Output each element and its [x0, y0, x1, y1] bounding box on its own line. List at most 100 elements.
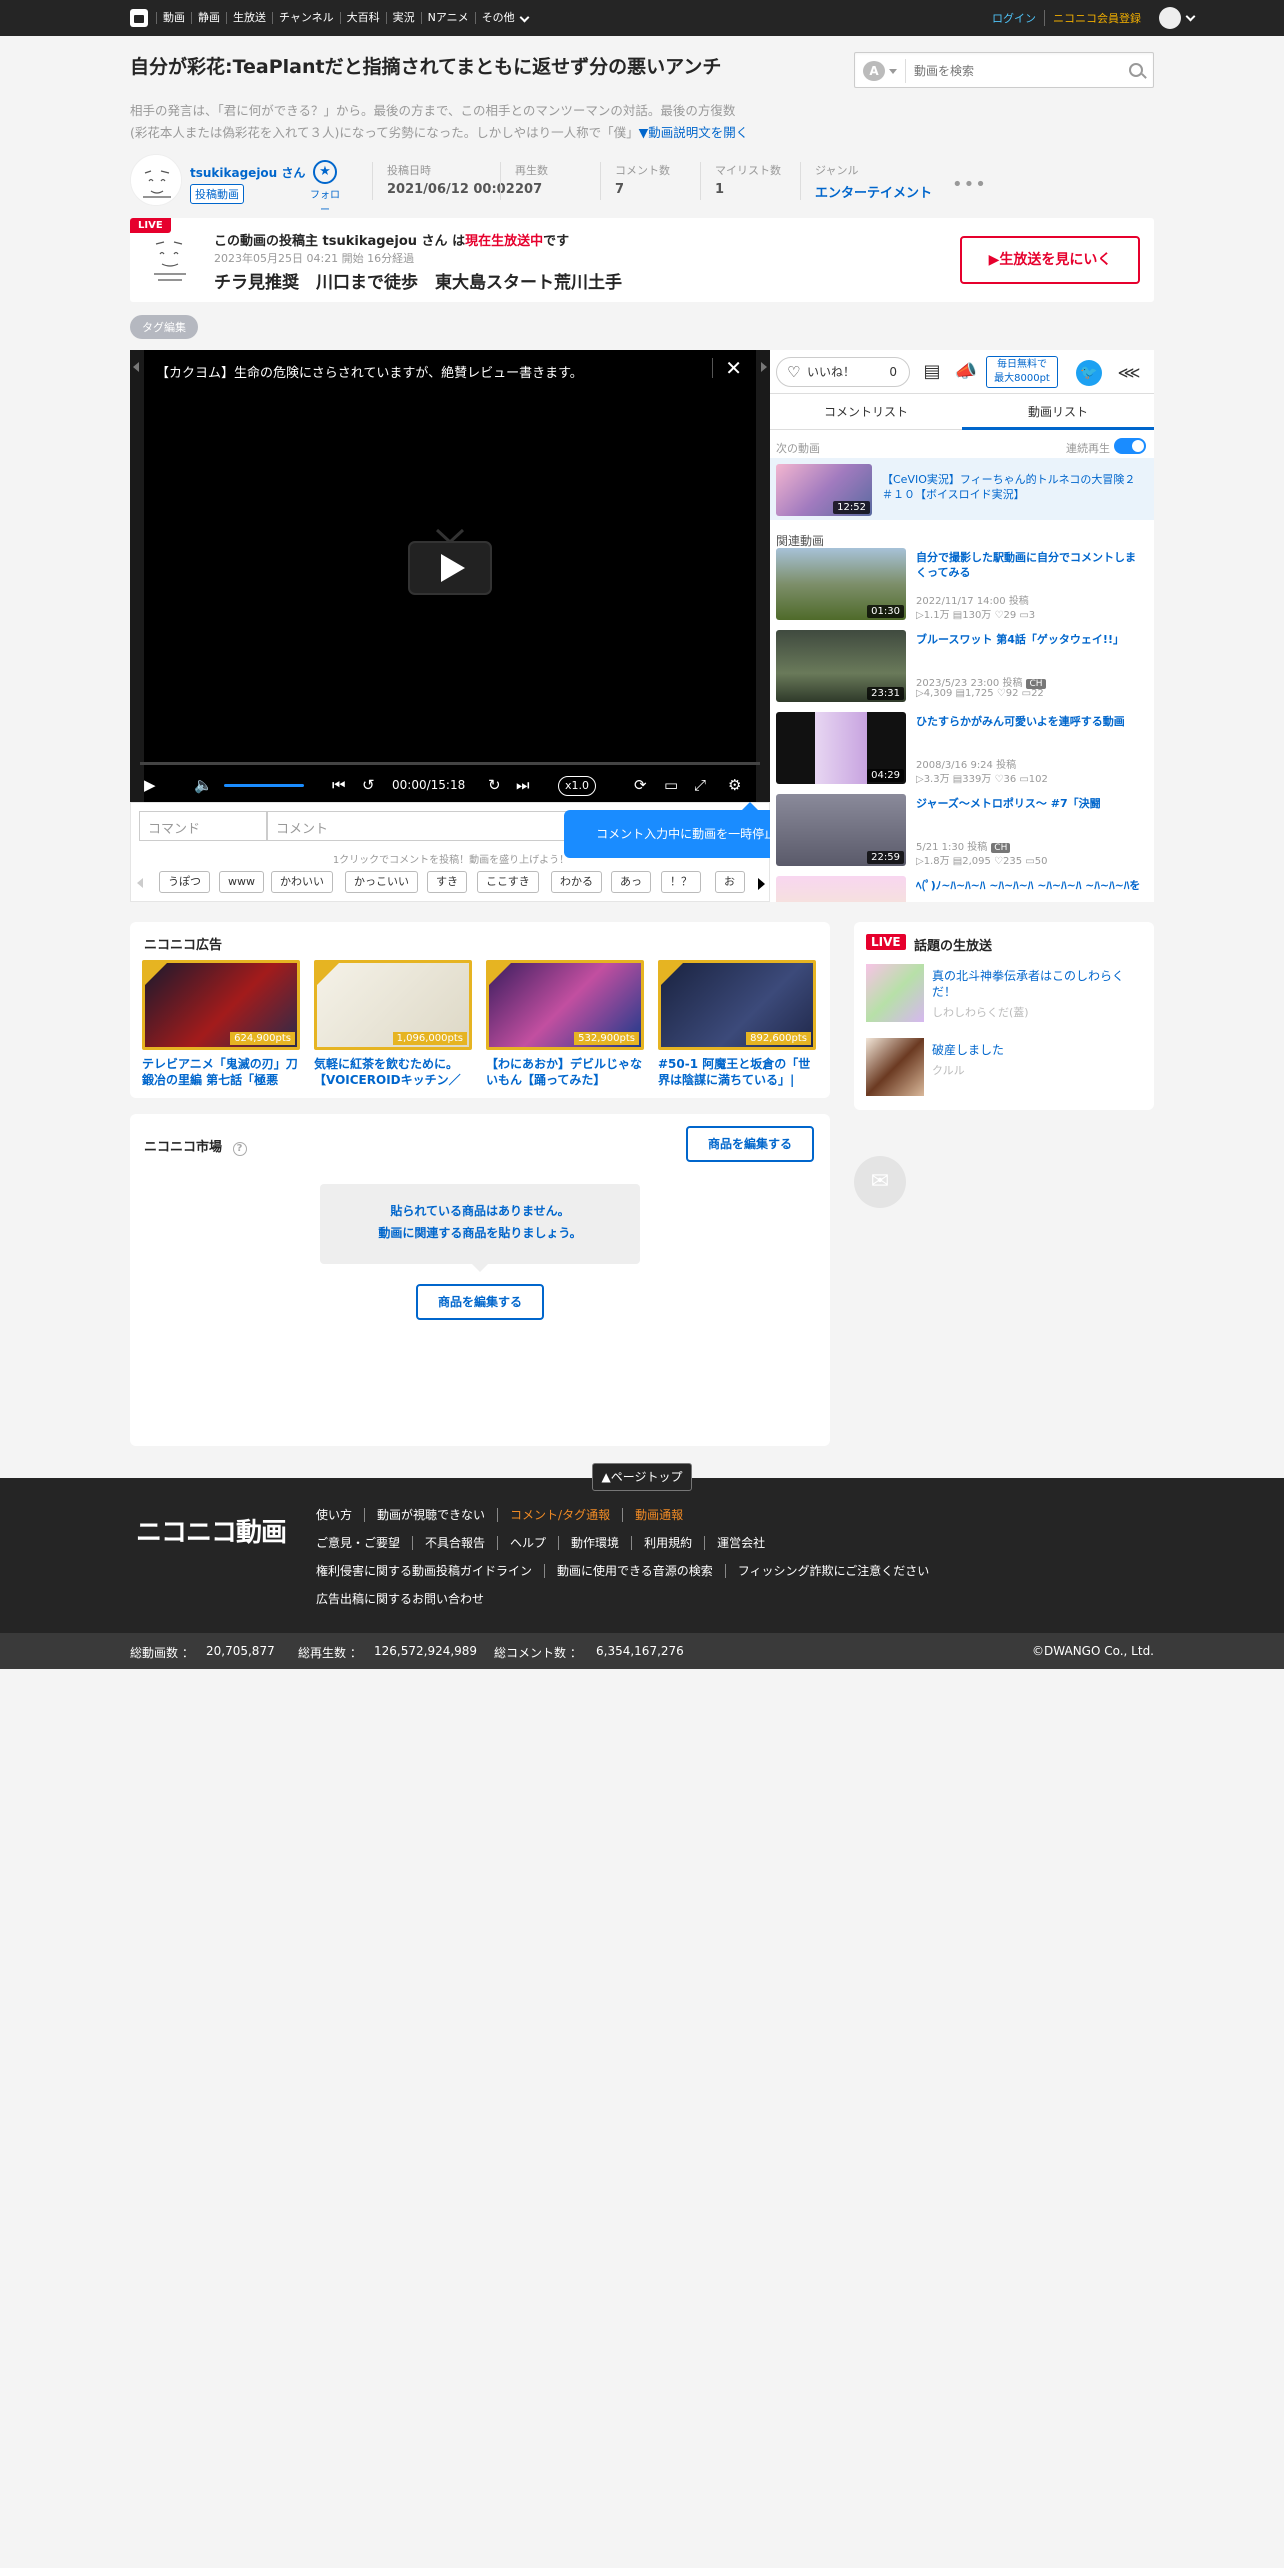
related-video-title[interactable]: ひたすらかがみん可愛いよを連呼する動画: [916, 714, 1146, 729]
ad-caption[interactable]: テレビアニメ「鬼滅の刃」刀鍛冶の里編 第七話「極悪: [142, 1056, 300, 1088]
live-item[interactable]: 真の北斗神拳伝承者はこのしわらくだ！ しわしわらくだ(蓋): [866, 964, 1146, 1024]
owner-videos-badge[interactable]: 投稿動画: [190, 184, 244, 204]
ad-thumbnail[interactable]: 892,600pts: [658, 960, 816, 1050]
nav-jikkyo[interactable]: 実況: [385, 12, 421, 24]
arrow-left-icon[interactable]: [137, 878, 143, 888]
ad-item[interactable]: 624,900pts テレビアニメ「鬼滅の刃」刀鍛冶の里編 第七話「極悪: [142, 960, 300, 1088]
login-link[interactable]: ログイン: [984, 10, 1044, 26]
chevron-down-icon[interactable]: [889, 69, 897, 74]
related-video-title[interactable]: ﾍ(ﾟ)ﾉ~ﾊ~ﾊ~ﾊ ~ﾊ~ﾊ~ﾊ ~ﾊ~ﾊ~ﾊ ~ﾊ~ﾊ~ﾊを: [916, 878, 1146, 893]
owner-avatar[interactable]: [130, 154, 182, 206]
live-item-title[interactable]: 破産しました: [932, 1042, 1146, 1058]
tab-comment-list[interactable]: コメントリスト: [770, 394, 962, 430]
nav-video[interactable]: 動画: [156, 12, 191, 24]
comment-toggle-icon[interactable]: ▭: [664, 774, 678, 796]
ad-item[interactable]: 1,096,000pts 気軽に紅茶を飲むために。【VOICEROIDキッチン／: [314, 960, 472, 1088]
continuous-play-toggle[interactable]: [1114, 438, 1146, 454]
seek-bar[interactable]: [140, 762, 760, 765]
volume-slider[interactable]: [224, 784, 304, 787]
edit-products-button[interactable]: 商品を編集する: [416, 1284, 544, 1320]
ad-caption[interactable]: 気軽に紅茶を飲むために。【VOICEROIDキッチン／: [314, 1056, 472, 1088]
ad-item[interactable]: 532,900pts 【わにあおか】デビルじゃないもん【踊ってみた】: [486, 960, 644, 1088]
quick-comment-tag[interactable]: お: [715, 871, 745, 893]
settings-gear-icon[interactable]: ⚙: [728, 774, 741, 796]
video-thumbnail[interactable]: 04:29: [776, 712, 906, 784]
loop-icon[interactable]: ⟳: [634, 774, 647, 796]
fullscreen-icon[interactable]: ⤢: [694, 774, 706, 796]
live-thumbnail[interactable]: [866, 1038, 924, 1096]
live-owner-avatar[interactable]: [148, 234, 192, 286]
follow-button[interactable]: ★ フォロー: [308, 160, 342, 216]
skip-back-icon[interactable]: ⏮: [332, 774, 346, 796]
footer-link[interactable]: 動画通報: [622, 1508, 695, 1522]
footer-link[interactable]: 不具合報告: [412, 1536, 497, 1550]
quick-comment-tag[interactable]: すき: [427, 871, 467, 893]
video-thumbnail[interactable]: 01:30: [776, 548, 906, 620]
genre-link[interactable]: エンターテイメント: [815, 182, 932, 201]
go-to-live-button[interactable]: ▶生放送を見にいく: [960, 236, 1140, 284]
video-thumbnail[interactable]: 22:59: [776, 794, 906, 866]
live-item-title[interactable]: 真の北斗神拳伝承者はこのしわらくだ！: [932, 968, 1146, 1000]
footer-logo[interactable]: ニコニコ動画: [136, 1512, 287, 1549]
ad-thumbnail[interactable]: 1,096,000pts: [314, 960, 472, 1050]
footer-link[interactable]: 利用規約: [631, 1536, 704, 1550]
related-video-item[interactable]: 23:31 ブルースワット 第4話「ゲッタウェイ!!」 2023/5/23 23…: [770, 630, 1154, 710]
forward-10-icon[interactable]: ↻: [488, 774, 501, 796]
related-video-title[interactable]: ブルースワット 第4話「ゲッタウェイ!!」: [916, 632, 1146, 647]
quick-comment-tag[interactable]: わかる: [551, 871, 602, 893]
related-video-item[interactable]: 01:30 自分で撮影した駅動画に自分でコメントしまくってみる 2022/11/…: [770, 548, 1154, 628]
quick-comment-tag[interactable]: www: [219, 871, 264, 893]
close-icon[interactable]: ✕: [712, 358, 742, 378]
quick-comment-tag[interactable]: ここすき: [477, 871, 539, 893]
footer-link[interactable]: 動画が視聴できない: [364, 1508, 497, 1522]
related-video-item[interactable]: 22:59 ジャーズ～メトロポリス～ #7「決闘 5/21 1:30 投稿 CH …: [770, 794, 1154, 874]
video-player[interactable]: 【カクヨム】生命の危険にさらされていますが、絶賛レビュー書きます。 ✕ ▶ 🔈 …: [130, 350, 770, 802]
nav-more[interactable]: その他: [474, 12, 534, 24]
live-thumbnail[interactable]: [866, 964, 924, 1022]
video-thumbnail[interactable]: 12:52: [776, 464, 872, 516]
quick-comment-tag[interactable]: かわいい: [271, 871, 333, 893]
live-title[interactable]: チラ見推奨 川口まで徒歩 東大島スタート荒川土手: [214, 268, 622, 293]
register-link[interactable]: ニコニコ会員登録: [1044, 10, 1149, 26]
search-icon[interactable]: [1129, 63, 1143, 77]
nav-channel[interactable]: チャンネル: [272, 12, 340, 24]
description-expand-link[interactable]: ▼動画説明文を開く: [639, 125, 749, 140]
more-menu-icon[interactable]: •••: [952, 174, 987, 195]
footer-link[interactable]: 権利侵害に関する動画投稿ガイドライン: [316, 1564, 544, 1578]
footer-link[interactable]: 使い方: [316, 1508, 364, 1522]
share-icon[interactable]: ⋘: [1116, 360, 1142, 386]
footer-link[interactable]: 運営会社: [704, 1536, 777, 1550]
nicoad-megaphone-icon[interactable]: 📣: [952, 360, 980, 384]
footer-link[interactable]: ご意見・ご要望: [316, 1536, 412, 1550]
related-video-title[interactable]: ジャーズ～メトロポリス～ #7「決闘: [916, 796, 1146, 811]
player-ad-title[interactable]: 【カクヨム】生命の危険にさらされていますが、絶賛レビュー書きます。: [156, 362, 583, 381]
play-tv-icon[interactable]: [407, 528, 493, 598]
nav-live[interactable]: 生放送: [226, 12, 272, 24]
skip-next-icon[interactable]: ⏭: [516, 774, 530, 796]
owner-name-link[interactable]: tsukikagejou さん: [190, 164, 305, 181]
footer-link[interactable]: 動画に使用できる音源の検索: [544, 1564, 725, 1578]
edit-products-button[interactable]: 商品を編集する: [686, 1126, 814, 1162]
ad-caption[interactable]: 【わにあおか】デビルじゃないもん【踊ってみた】: [486, 1056, 644, 1088]
tag-edit-button[interactable]: タグ編集: [130, 315, 198, 339]
playback-speed-button[interactable]: x1.0: [558, 776, 597, 796]
related-video-item[interactable]: 04:29 ひたすらかがみん可愛いよを連呼する動画 2008/3/16 9:24…: [770, 712, 1154, 792]
arrow-right-icon[interactable]: [758, 878, 765, 890]
free-points-button[interactable]: 毎日無料で 最大8000pt: [986, 356, 1058, 388]
quick-comment-tag[interactable]: かっこいい: [345, 871, 418, 893]
quick-comment-tag[interactable]: うぽつ: [159, 871, 210, 893]
chevron-down-icon[interactable]: [1185, 11, 1196, 21]
comment-input[interactable]: コメント: [267, 811, 577, 841]
footer-link[interactable]: コメント/タグ通報: [497, 1508, 622, 1522]
player-next-handle[interactable]: [756, 350, 770, 802]
ad-thumbnail[interactable]: 532,900pts: [486, 960, 644, 1050]
footer-link[interactable]: フィッシング詐欺にご注意ください: [724, 1564, 942, 1578]
player-prev-handle[interactable]: [130, 350, 144, 802]
ad-caption[interactable]: #50-1 阿魔王と坂倉の「世界は陰謀に満ちている」|: [658, 1056, 816, 1088]
live-item[interactable]: 破産しました クルル: [866, 1038, 1146, 1098]
video-thumbnail[interactable]: [776, 876, 906, 902]
nav-seiga[interactable]: 静画: [191, 12, 226, 24]
footer-link[interactable]: 動作環境: [558, 1536, 631, 1550]
ad-thumbnail[interactable]: 624,900pts: [142, 960, 300, 1050]
rewind-10-icon[interactable]: ↺: [362, 774, 375, 796]
